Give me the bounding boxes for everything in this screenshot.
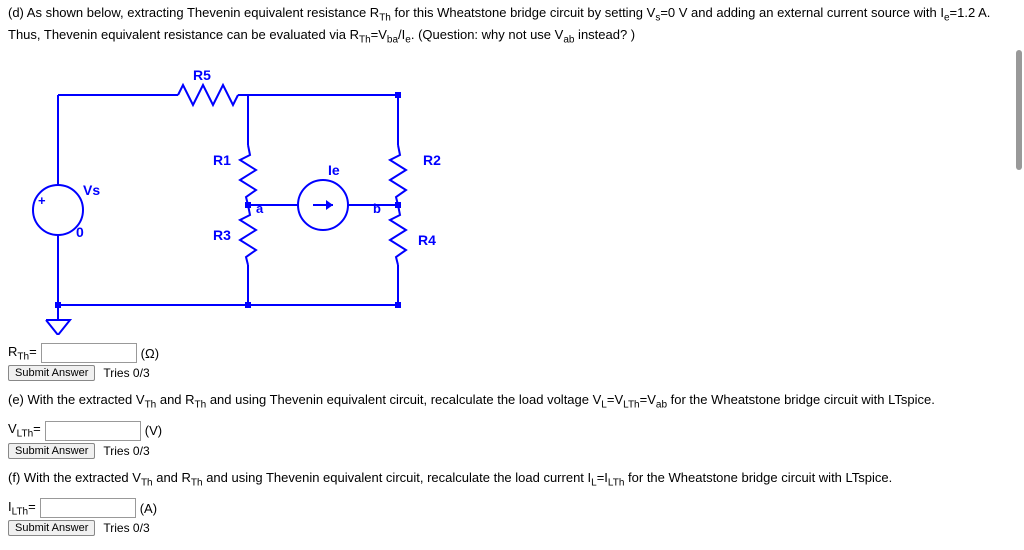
node-bottom-right <box>395 302 401 308</box>
rth-label: RTh= <box>8 344 37 363</box>
tries-f: Tries 0/3 <box>103 521 149 535</box>
label-r1: R1 <box>213 152 231 168</box>
label-vs: Vs <box>83 182 100 198</box>
label-r2: R2 <box>423 152 441 168</box>
submit-button-d[interactable]: Submit Answer <box>8 365 95 381</box>
rth-input[interactable] <box>41 343 137 363</box>
node-bottom-mid <box>245 302 251 308</box>
tries-e: Tries 0/3 <box>103 444 149 458</box>
part-d-text: (d) As shown below, extracting Thevenin … <box>8 4 1016 47</box>
label-plus: + <box>38 193 46 208</box>
label-ie: Ie <box>328 162 340 178</box>
tries-d: Tries 0/3 <box>103 366 149 380</box>
label-r3: R3 <box>213 227 231 243</box>
vlth-unit: (V) <box>145 423 162 438</box>
submit-button-e[interactable]: Submit Answer <box>8 443 95 459</box>
label-r4: R4 <box>418 232 436 248</box>
ilth-unit: (A) <box>140 501 157 516</box>
part-f-text: (f) With the extracted VTh and RTh and u… <box>8 469 1016 491</box>
vlth-label: VLTh= <box>8 421 41 440</box>
ilth-label: ILTh= <box>8 499 36 518</box>
scrollbar[interactable] <box>1016 50 1022 170</box>
rth-unit: (Ω) <box>141 346 159 361</box>
vlth-input[interactable] <box>45 421 141 441</box>
label-b: b <box>373 201 381 216</box>
part-e-text: (e) With the extracted VTh and RTh and u… <box>8 391 1016 413</box>
label-a: a <box>256 201 264 216</box>
ilth-input[interactable] <box>40 498 136 518</box>
label-zero: 0 <box>76 224 84 240</box>
circuit-diagram: R5 Vs + 0 R1 a R3 <box>28 55 528 335</box>
label-r5: R5 <box>193 67 211 83</box>
